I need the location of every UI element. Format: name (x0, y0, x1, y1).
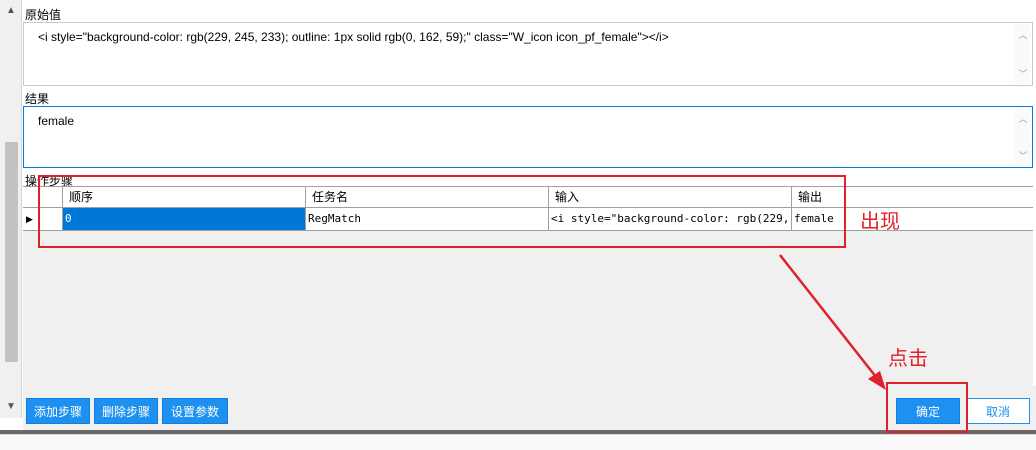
annotation-arrow-icon (779, 254, 886, 390)
